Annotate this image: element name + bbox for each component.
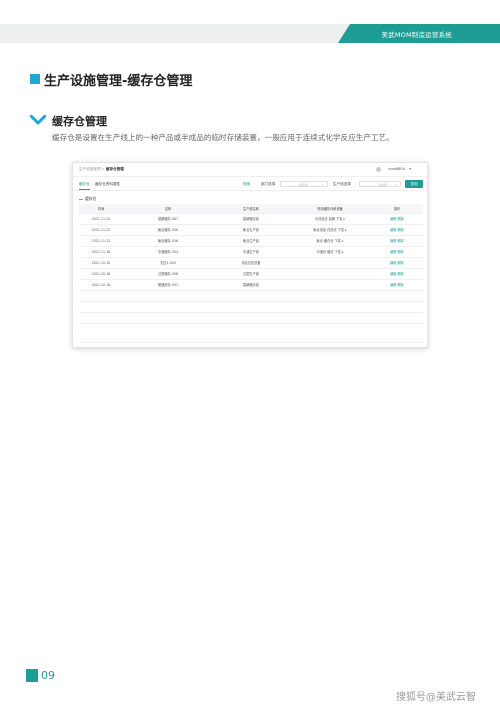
breadcrumb-current: 缓存仓管理 — [105, 167, 124, 171]
cell-line: 聚合生产线 — [213, 224, 289, 236]
cell-name: 裂解缓存-087 — [123, 213, 213, 225]
empty-cell — [123, 301, 213, 313]
cell-line: 中通生产线 — [213, 246, 289, 258]
empty-cell — [289, 290, 371, 302]
subsection-title: 缓存仓管理 — [52, 115, 107, 128]
cell-equipment — [289, 279, 371, 291]
column-header-equipment: 所用缓存仓和设备 — [289, 204, 371, 214]
cell-actions[interactable]: 编辑 删除 — [371, 246, 423, 258]
column-header-line: 生产线名称 — [213, 204, 289, 214]
tabs-row: 缓存仓 缓存仓资料属性 搜索 部门选择 请选择 ⌄ 生产线选择 请选择 ⌄ 查询 — [73, 179, 427, 191]
line-filter-label: 生产线选择 — [333, 182, 351, 186]
line-select-placeholder: 请选择 — [378, 183, 388, 187]
cell-line: 电站空压设备 — [213, 257, 289, 269]
line-select[interactable]: 请选择 ⌄ — [359, 181, 401, 187]
table-row[interactable]: 2021-10-18 注塑缓存-308 注塑生产线 编辑 删除 — [79, 268, 423, 280]
cell-time: 2021-10-18 — [79, 279, 123, 291]
department-select[interactable]: 请选择 ⌄ — [280, 181, 328, 187]
cell-name: 聚合缓存-036 — [123, 224, 213, 236]
breadcrumb-parent[interactable]: 生产设施管理 — [79, 167, 101, 171]
empty-cell — [371, 290, 423, 302]
table-row[interactable]: 2021-10-18 微通用仓-001 裂解缓存线 编辑 删除 — [79, 279, 423, 291]
cell-name: 聚合缓存-036 — [123, 235, 213, 247]
table-row[interactable]: 2021-11-22 聚合缓存-036 聚合生产线 聚合成品 在线仓 下发 ▸ 编辑 删… — [79, 224, 423, 236]
section-title: 生产设施管理-缓存仓管理 — [44, 74, 193, 89]
cell-name: 空压1.000 — [123, 257, 213, 269]
cell-line: 裂解缓存线 — [213, 279, 289, 291]
query-button[interactable]: 查询 — [405, 180, 423, 188]
empty-cell — [289, 312, 371, 324]
empty-cell — [123, 312, 213, 324]
empty-cell — [371, 312, 423, 324]
empty-cell — [79, 290, 123, 302]
cell-actions[interactable]: 编辑 删除 — [371, 257, 423, 269]
cell-line: 聚合生产线 — [213, 235, 289, 247]
cell-equipment — [289, 268, 371, 280]
cache-bin-table: 时间 名称 生产线名称 所用缓存仓和设备 操作 2021-11-22 裂解缓存-0… — [79, 204, 423, 324]
table-row[interactable]: 2021-11-18 中通缓存-304 中通生产线 中通仓 缓存 下发 ▸ 编辑 删除 — [79, 246, 423, 258]
system-name: 美武MOM制造运营系统 — [381, 31, 452, 39]
avatar[interactable] — [376, 167, 381, 172]
empty-cell — [289, 301, 371, 313]
table-row[interactable]: 2021-11-22 裂解缓存-087 裂解缓存线 半成品仓 裂解 下发 ▸ 编辑 删除 — [79, 213, 423, 225]
cell-equipment — [289, 257, 371, 269]
section-marker — [30, 74, 40, 84]
cell-time: 2021-10-30 — [79, 257, 123, 269]
cell-name: 中通缓存-304 — [123, 246, 213, 258]
cell-time: 2021-11-22 — [79, 213, 123, 225]
cell-name: 注塑缓存-308 — [123, 268, 213, 280]
breadcrumb: 生产设施管理 > 缓存仓管理 — [79, 167, 124, 172]
table-row[interactable]: 2021-11-22 聚合缓存-036 聚合生产线 聚合 缓存仓 下发 ▸ 编辑 删除 — [79, 235, 423, 247]
tab-cache-bin[interactable]: 缓存仓 — [79, 182, 90, 190]
panel-title: 缓存仓 — [79, 196, 96, 202]
cell-time: 2021-11-22 — [79, 235, 123, 247]
cell-time: 2021-11-22 — [79, 224, 123, 236]
empty-cell — [79, 301, 123, 313]
cell-equipment: 中通仓 缓存 下发 ▸ — [289, 246, 371, 258]
chevron-down-icon: ⌄ — [394, 182, 397, 186]
screenshot-topbar: 生产设施管理 > 缓存仓管理 mxs6804 ▾ — [73, 163, 427, 177]
user-name[interactable]: mxs6804 — [388, 167, 405, 171]
table-row[interactable]: 2021-10-30 空压1.000 电站空压设备 编辑 删除 — [79, 257, 423, 269]
watermark: 搜狐号@美武云智 — [396, 692, 476, 703]
caret-down-icon[interactable]: ▾ — [409, 167, 411, 171]
cell-time: 2021-11-18 — [79, 246, 123, 258]
cell-name: 微通用仓-001 — [123, 279, 213, 291]
cell-actions[interactable]: 编辑 删除 — [371, 279, 423, 291]
tab-cache-bin-attributes[interactable]: 缓存仓资料属性 — [95, 182, 120, 187]
section-description: 缓存仓是设置在生产线上的一种产品或半成品的临时存储装置，一般应用于连续式化学反应… — [52, 133, 394, 142]
table-header-row: 时间 名称 生产线名称 所用缓存仓和设备 操作 — [79, 204, 423, 214]
cell-line: 裂解缓存线 — [213, 213, 289, 225]
chevron-down-icon — [30, 115, 46, 125]
cell-actions[interactable]: 编辑 删除 — [371, 224, 423, 236]
cell-actions[interactable]: 编辑 删除 — [371, 268, 423, 280]
column-header-name: 名称 — [123, 204, 213, 214]
search-link[interactable]: 搜索 — [243, 182, 250, 187]
cell-line: 注塑生产线 — [213, 268, 289, 280]
page-number-marker — [26, 669, 38, 682]
cell-actions[interactable]: 编辑 删除 — [371, 213, 423, 225]
empty-table-row — [79, 301, 423, 313]
chevron-down-icon: ⌄ — [321, 182, 324, 186]
embedded-screenshot: 生产设施管理 > 缓存仓管理 mxs6804 ▾ 缓存仓 缓存仓资料属性 搜索 … — [72, 162, 428, 348]
empty-cell — [123, 290, 213, 302]
page-number: 09 — [41, 669, 55, 682]
cell-time: 2021-10-18 — [79, 268, 123, 280]
empty-cell — [213, 290, 289, 302]
empty-cell — [213, 312, 289, 324]
empty-cell — [213, 301, 289, 313]
cell-actions[interactable]: 编辑 删除 — [371, 235, 423, 247]
empty-table-row — [79, 312, 423, 324]
cell-equipment: 聚合成品 在线仓 下发 ▸ — [289, 224, 371, 236]
empty-cell — [79, 312, 123, 324]
column-header-time: 时间 — [79, 204, 123, 214]
cell-equipment: 半成品仓 裂解 下发 ▸ — [289, 213, 371, 225]
empty-cell — [371, 301, 423, 313]
column-header-actions: 操作 — [371, 204, 423, 214]
department-filter-label: 部门选择 — [261, 182, 276, 186]
cell-equipment: 聚合 缓存仓 下发 ▸ — [289, 235, 371, 247]
empty-table-row — [79, 290, 423, 302]
department-select-placeholder: 请选择 — [299, 183, 309, 187]
table-footer-line — [79, 342, 423, 343]
